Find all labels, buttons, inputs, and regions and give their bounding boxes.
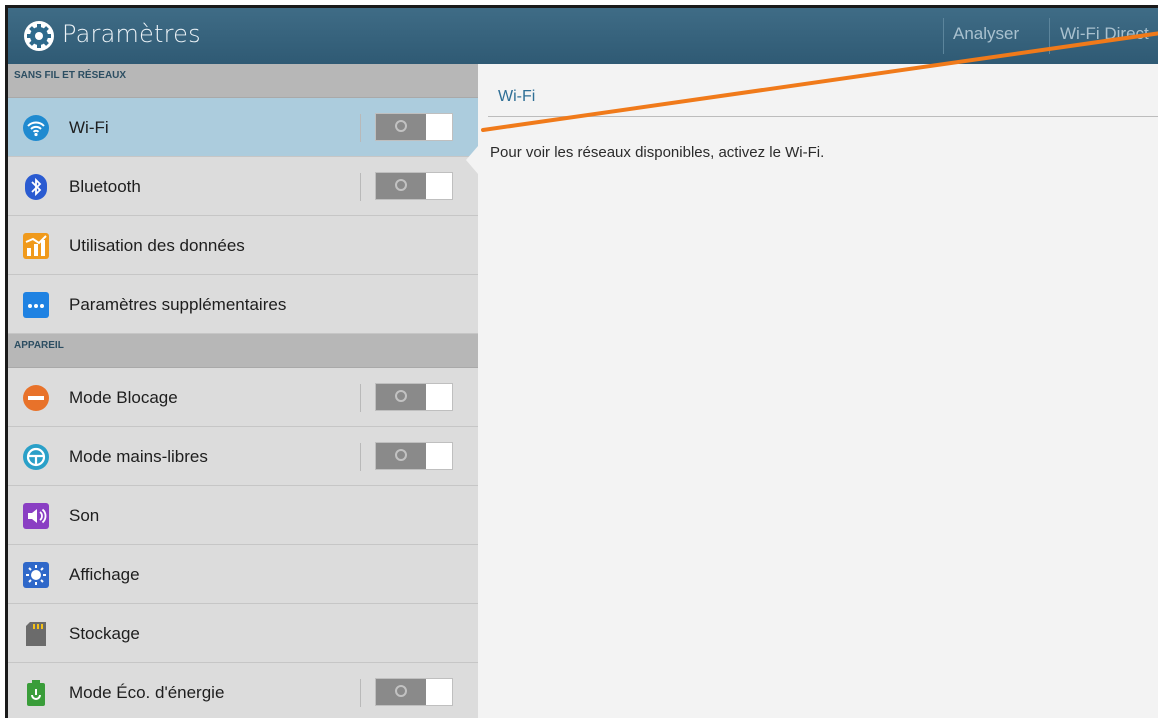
sidebar-item-bluetooth[interactable]: Bluetooth [8,157,478,216]
blocking-mode-icon [23,385,49,411]
sidebar-item-sound[interactable]: Son [8,486,478,545]
sidebar-item-storage[interactable]: Stockage [8,604,478,663]
sidebar-item-label: Son [69,506,100,525]
row-divider [360,114,361,142]
scan-button[interactable]: Analyser [953,24,1019,44]
sidebar-item-label: Mode Blocage [69,388,178,407]
sidebar-item-label: Paramètres supplémentaires [69,295,287,314]
hands-free-icon [23,444,49,470]
detail-message: Pour voir les réseaux disponibles, activ… [490,144,825,161]
hands-free-toggle[interactable] [375,442,453,470]
wifi-icon [23,115,49,141]
wifi-toggle[interactable] [375,113,453,141]
settings-window: Paramètres Analyser Wi-Fi Direct SANS FI… [5,5,1158,718]
detail-title: Wi-Fi [498,88,536,105]
settings-sidebar: SANS FIL ET RÉSEAUX Wi-Fi Bluetooth Util… [8,64,478,718]
sidebar-item-blocking-mode[interactable]: Mode Blocage [8,368,478,427]
section-header-device: APPAREIL [8,334,478,368]
sidebar-item-label: Utilisation des données [69,236,245,255]
sidebar-item-wifi[interactable]: Wi-Fi [8,98,478,174]
sidebar-item-more-settings[interactable]: Paramètres supplémentaires [8,275,478,334]
wifi-direct-button[interactable]: Wi-Fi Direct [1060,24,1149,44]
sidebar-item-label: Stockage [69,624,140,643]
display-icon [23,562,49,588]
row-divider [360,443,361,471]
sidebar-item-label: Mode Éco. d'énergie [69,683,225,702]
sidebar-item-display[interactable]: Affichage [8,545,478,604]
app-title: Paramètres [62,20,201,48]
blocking-mode-toggle[interactable] [375,383,453,411]
action-separator [943,18,944,54]
detail-divider [488,116,1158,117]
bluetooth-icon [23,174,49,200]
action-separator [1049,18,1050,54]
power-saving-icon [23,680,49,706]
sidebar-item-power-saving[interactable]: Mode Éco. d'énergie [8,663,478,718]
settings-gear-icon[interactable] [24,21,54,51]
section-header-wireless: SANS FIL ET RÉSEAUX [8,64,478,98]
sidebar-item-label: Wi-Fi [69,118,109,137]
storage-icon [23,621,49,647]
bluetooth-toggle[interactable] [375,172,453,200]
row-divider [360,384,361,412]
sound-icon [23,503,49,529]
data-usage-icon [23,233,49,259]
sidebar-item-label: Mode mains-libres [69,447,208,466]
row-divider [360,679,361,707]
row-divider [360,173,361,201]
more-settings-icon [23,292,49,318]
sidebar-item-hands-free[interactable]: Mode mains-libres [8,427,478,486]
power-saving-toggle[interactable] [375,678,453,706]
detail-pane: Wi-Fi Pour voir les réseaux disponibles,… [478,64,1158,718]
sidebar-item-label: Affichage [69,565,140,584]
sidebar-item-label: Bluetooth [69,177,141,196]
sidebar-item-data-usage[interactable]: Utilisation des données [8,216,478,275]
action-bar: Paramètres Analyser Wi-Fi Direct [8,8,1158,64]
